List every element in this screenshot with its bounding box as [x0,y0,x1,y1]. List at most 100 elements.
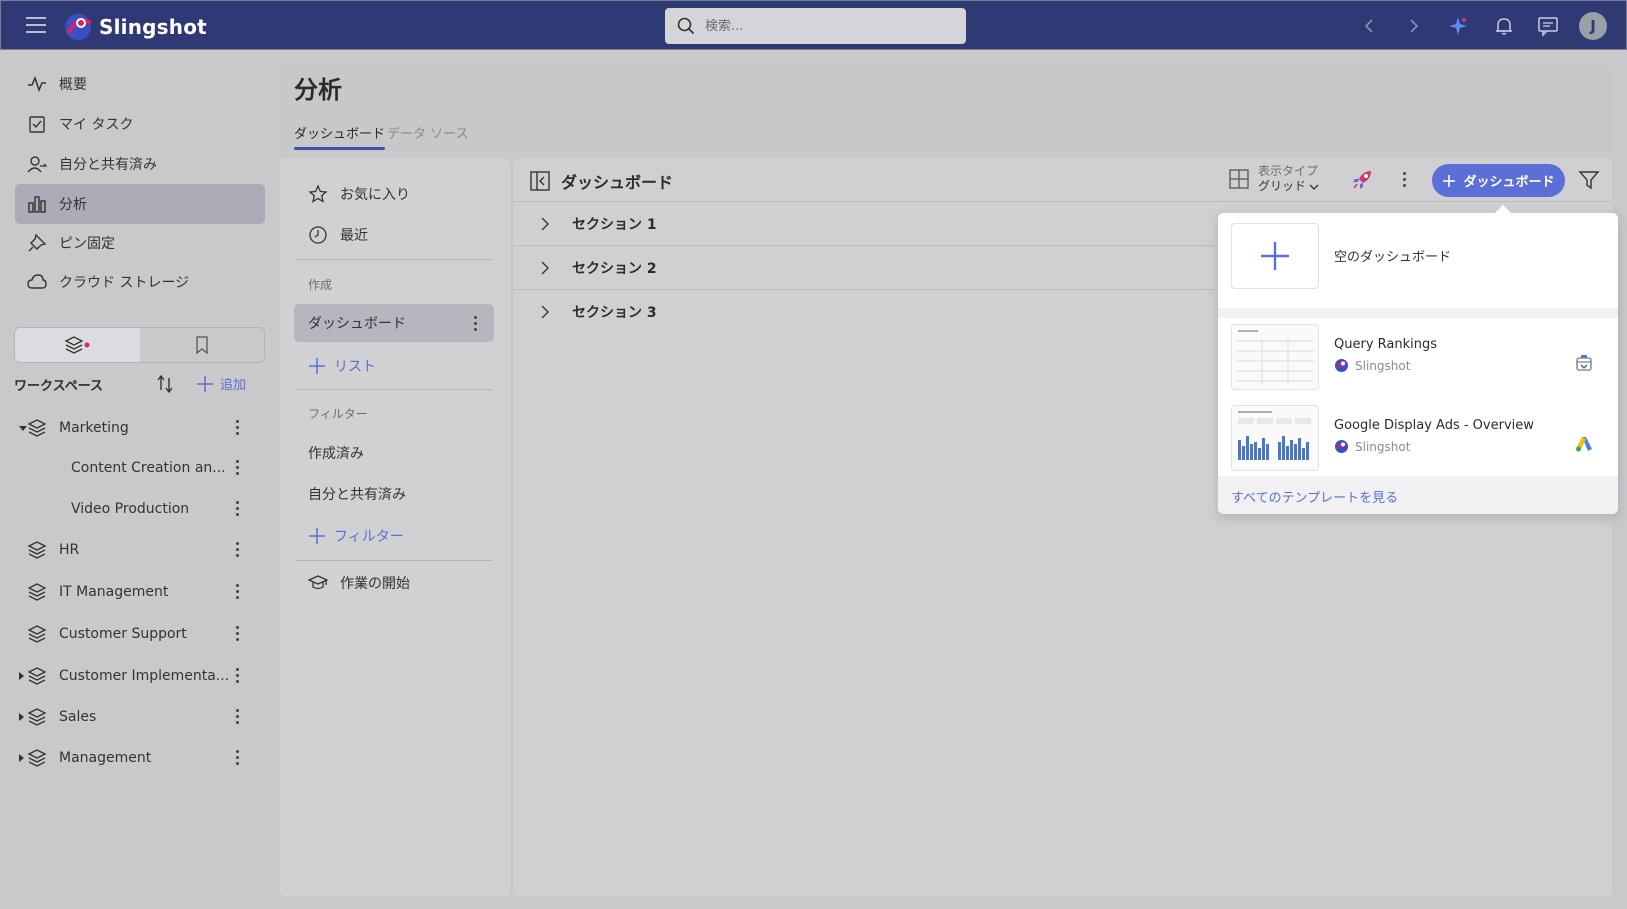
workspace-item-content-creation[interactable]: Content Creation an... [14,448,250,488]
chevron-right-icon[interactable] [1403,15,1425,37]
chevron-left-icon[interactable] [1358,15,1380,37]
workspace-item-management[interactable]: Management [14,738,250,778]
ai-sparkle-icon[interactable] [1447,15,1469,37]
shared-filter-label: 自分と共有済み [308,487,406,503]
workspace-label: Customer Implementa... [59,668,230,684]
workspace-item-video-production[interactable]: Video Production [14,489,250,529]
nav-item-cloud-storage[interactable]: クラウド ストレージ [15,262,265,302]
section-row[interactable]: セクション 3 [514,290,1214,334]
app-logo[interactable]: Slingshot [63,12,207,42]
view-type-selector[interactable]: 表示タイプ グリッド [1229,164,1319,194]
more-options-icon[interactable] [236,750,240,766]
nav-item-label: ピン固定 [59,236,115,252]
activity-icon [28,75,46,93]
bookmark-icon [196,336,208,354]
workspace-label: Customer Support [59,626,187,642]
tab-data-sources[interactable]: データ ソース [387,123,468,142]
workspaces-title: ワークスペース [14,378,104,394]
filter-icon[interactable] [1578,170,1600,190]
section-row[interactable]: セクション 1 [514,202,1214,246]
slingshot-logo-icon [1335,440,1348,453]
more-options-icon[interactable] [236,668,240,684]
more-options-icon[interactable] [236,420,240,436]
new-dashboard-menu: 空のダッシュボード Query Rankings Slingshot Googl… [1218,205,1618,514]
template-query-rankings[interactable]: Query Rankings Slingshot [1218,316,1618,398]
layers-icon [28,541,46,559]
workspaces-toggle-tab[interactable] [15,328,140,362]
more-options-icon[interactable] [236,709,240,725]
more-options-icon[interactable] [236,626,240,642]
avatar[interactable]: J [1579,12,1607,40]
nav-item-label: 自分と共有済み [59,157,157,173]
workspaces-header: ワークスペース 追加 [14,370,265,398]
tab-dashboards[interactable]: ダッシュボード [294,123,386,150]
nav-item-shared[interactable]: 自分と共有済み [15,144,265,184]
more-options-icon[interactable] [1403,172,1407,188]
layers-icon [28,749,46,767]
search-box[interactable] [665,8,966,44]
nav-item-my-tasks[interactable]: マイ タスク [15,104,265,144]
rocket-icon[interactable] [1351,169,1373,191]
more-options-icon[interactable] [474,316,478,332]
dashboards-toolbar: ダッシュボード 表示タイプ グリッド ダッシュボード [514,158,1612,202]
sort-icon[interactable] [154,373,176,395]
nav-item-label: 分析 [59,197,87,213]
workspace-label: Video Production [71,501,190,517]
chevron-right-icon[interactable] [538,305,552,319]
layers-icon [28,419,46,437]
template-name: Google Display Ads - Overview [1334,418,1534,433]
add-workspace-button[interactable]: 追加 [196,374,246,393]
search-input[interactable] [705,18,945,34]
template-thumbnail [1231,324,1319,390]
workspace-item-sales[interactable]: Sales [14,697,250,737]
more-options-icon[interactable] [236,584,240,600]
created-filter-item[interactable]: 作成済み [294,434,494,472]
nav-item-analytics[interactable]: 分析 [15,184,265,224]
workspace-item-it-management[interactable]: IT Management [14,572,250,612]
add-filter-button[interactable]: フィルター [308,526,404,546]
workspace-item-customer-support[interactable]: Customer Support [14,614,250,654]
mini-bars [1238,436,1309,460]
bookmarks-toggle-tab[interactable] [140,328,265,362]
created-filter-label: 作成済み [308,446,364,462]
more-options-icon[interactable] [236,501,240,517]
page-title: 分析 [294,76,342,104]
shared-filter-item[interactable]: 自分と共有済み [294,475,494,513]
chat-icon[interactable] [1537,15,1559,37]
add-list-button[interactable]: リスト [308,356,376,376]
app-name: Slingshot [99,15,207,39]
template-google-display-ads[interactable]: Google Display Ads - Overview Slingshot [1218,397,1618,479]
plus-icon [1443,174,1456,187]
avatar-initial: J [1590,17,1596,35]
workspace-item-customer-implementation[interactable]: Customer Implementa... [14,656,250,696]
chevron-right-icon[interactable] [538,217,552,231]
chevron-right-icon[interactable] [538,261,552,275]
template-thumbnail [1231,405,1319,471]
new-dashboard-button[interactable]: ダッシュボード [1432,164,1565,197]
blank-dashboard-option[interactable]: 空のダッシュボード [1218,213,1618,308]
bell-icon[interactable] [1493,15,1515,37]
favorites-item[interactable]: お気に入り [294,175,494,213]
collapse-panel-icon[interactable] [530,171,550,191]
hamburger-menu-icon[interactable] [26,17,46,35]
section-row[interactable]: セクション 2 [514,246,1214,290]
workspace-label: Sales [59,709,97,725]
more-options-icon[interactable] [236,542,240,558]
recent-item[interactable]: 最近 [294,216,494,254]
see-all-templates-link[interactable]: すべてのテンプレートを見る [1231,487,1398,506]
dashboards-list-item[interactable]: ダッシュボード [294,304,494,342]
collapse-arrow-icon[interactable] [19,425,27,431]
expand-arrow-icon[interactable] [19,672,24,680]
new-dashboard-label: ダッシュボード [1463,175,1555,190]
getting-started-item[interactable]: 作業の開始 [294,564,494,602]
nav-item-overview[interactable]: 概要 [15,64,265,104]
workspace-item-marketing[interactable]: Marketing [14,408,250,448]
section-label: セクション 2 [572,260,657,277]
nav-item-pinned[interactable]: ピン固定 [15,223,265,263]
top-bar: Slingshot J [0,0,1627,50]
workspace-item-hr[interactable]: HR [14,530,250,570]
section-label: セクション 1 [572,216,657,233]
expand-arrow-icon[interactable] [19,713,24,721]
more-options-icon[interactable] [236,460,240,476]
expand-arrow-icon[interactable] [19,754,24,762]
